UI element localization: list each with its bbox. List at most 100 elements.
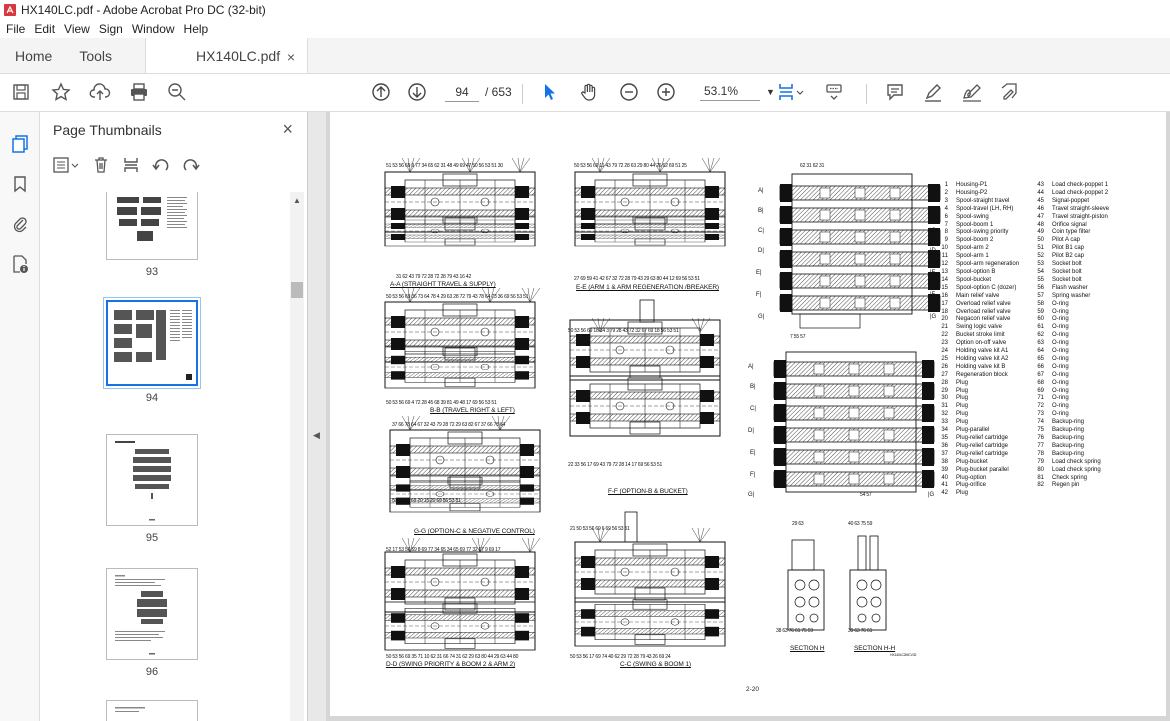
legend-text: Spool-option B [956, 268, 996, 275]
delete-page-icon[interactable] [92, 156, 110, 179]
legend-row: 40 Plug-option [934, 475, 1019, 483]
close-tab-icon[interactable]: × [287, 49, 295, 65]
page-number-input[interactable]: 94 [445, 82, 479, 102]
panel-splitter[interactable]: ◀ [308, 112, 326, 721]
callout-numbers: 50 53 56 69 36 73 64 78 4 29 63 28 72 79… [386, 294, 529, 300]
legend-number: 9 [944, 237, 948, 244]
select-cursor-icon[interactable] [540, 80, 560, 104]
legend-row: 21 Swing logic valve [934, 324, 1019, 332]
scrollbar-thumb[interactable] [291, 282, 303, 298]
collapse-panel-icon[interactable]: ◀ [313, 430, 320, 441]
tab-tools[interactable]: Tools [67, 38, 127, 73]
thumbnail-image [114, 310, 192, 380]
bookmark-star-icon[interactable] [50, 80, 72, 104]
callout-numbers: 50 53 56 17 69 74 40 62 29 72 28 79 43 2… [570, 654, 671, 660]
section-e-e [574, 171, 726, 247]
legend-text: Spool-arm regeneration [956, 261, 1020, 268]
legend-number: 7 [944, 221, 948, 228]
legend-row: 2 Housing-P2 [934, 190, 1019, 198]
attachments-icon[interactable] [10, 214, 30, 234]
legend-row: 41 Plug-orifice [934, 482, 1019, 490]
comment-icon[interactable] [884, 80, 906, 104]
legend-number: 60 [1037, 316, 1044, 323]
close-panel-icon[interactable]: × [282, 119, 293, 140]
page-fit-icon[interactable] [776, 80, 806, 104]
legend-row: 26 Holding valve kit B [934, 364, 1019, 372]
thumbnail-image [115, 707, 145, 712]
legend-row: 22 Bucket stroke limit [934, 332, 1019, 340]
menu-view[interactable]: View [64, 22, 90, 36]
fill-sign-icon[interactable] [998, 80, 1020, 104]
legend-row: 10 Spool-arm 2 [934, 245, 1019, 253]
scrolling-mode-icon[interactable] [822, 80, 846, 104]
legend-number: 50 [1037, 237, 1044, 244]
rotate-counterclockwise-icon[interactable] [152, 156, 170, 179]
svg-text:F|: F| [756, 292, 762, 298]
highlight-pen-icon[interactable] [922, 80, 944, 104]
legend-number: 3 [944, 197, 948, 204]
legend-text: Spool-straight travel [956, 197, 1010, 204]
zoom-search-icon[interactable] [166, 80, 188, 104]
left-navigation-rail [0, 112, 40, 721]
next-page-icon[interactable] [406, 80, 428, 104]
tab-home[interactable]: Home [0, 38, 67, 73]
page-thumbnail-97[interactable] [106, 700, 198, 721]
menu-help[interactable]: Help [184, 22, 209, 36]
legend-number: 80 [1037, 466, 1044, 473]
legend-text: Plug [956, 403, 969, 410]
page-thumbnails-icon[interactable] [10, 134, 30, 154]
menu-sign[interactable]: Sign [99, 22, 123, 36]
zoom-dropdown[interactable]: 53.1% ▼ [700, 82, 775, 101]
legend-row: 77 Backup-ring [1030, 443, 1109, 451]
insert-page-icon[interactable] [122, 156, 140, 179]
page-thumbnail-94[interactable] [103, 297, 201, 389]
legend-text: Plug-orifice [956, 482, 987, 489]
legend-number: 63 [1037, 340, 1044, 347]
upload-cloud-icon[interactable] [88, 80, 112, 104]
zoom-out-icon[interactable] [618, 80, 640, 104]
legend-number: 24 [941, 348, 948, 355]
thumbnail-options-icon[interactable] [52, 156, 80, 179]
sign-icon[interactable] [960, 80, 984, 104]
menu-file[interactable]: File [6, 22, 25, 36]
legend-number: 44 [1037, 189, 1044, 196]
thumbnail-image [115, 441, 171, 521]
page-thumbnail-96[interactable] [106, 568, 198, 660]
thumbnail-scrollbar[interactable]: ▲ [290, 192, 304, 721]
legend-text: O-ring [1052, 340, 1069, 347]
legend-row: 61 O-ring [1030, 324, 1109, 332]
section-f-f [569, 299, 721, 437]
legend-text: Plug-bucket parallel [956, 466, 1009, 473]
legend-text: Plug [956, 419, 969, 426]
menu-window[interactable]: Window [132, 22, 175, 36]
print-icon[interactable] [128, 80, 150, 104]
legend-text: Bucket stroke limit [956, 332, 1005, 339]
document-view[interactable]: A| B| C| D| E| F| G| |A |B |C |D |E |F |G A| B| C| D| E|… [326, 112, 1170, 721]
legend-text: Holding valve kit A2 [956, 355, 1009, 362]
page-thumbnail-93[interactable] [106, 192, 198, 260]
legend-text: Pilot A cap [1052, 237, 1081, 244]
callout-numbers: 50 53 56 69 35 71 10 62 31 66 74 31 62 2… [386, 654, 519, 660]
legend-text: O-ring [1052, 308, 1069, 315]
legend-number: 64 [1037, 348, 1044, 355]
legend-text: Spool-option C (dozer) [956, 284, 1017, 291]
document-properties-icon[interactable] [10, 254, 30, 274]
callout-numbers: 31 62 43 79 72 28 72 28 79 43 16 42 [396, 274, 472, 280]
section-c-c [574, 511, 726, 647]
rotate-clockwise-icon[interactable] [182, 156, 200, 179]
bookmarks-icon[interactable] [10, 174, 30, 194]
scroll-up-icon[interactable]: ▲ [293, 196, 301, 205]
callout-numbers: 50 53 56 69 11 43 79 72 28 63 29 80 44 2… [574, 163, 687, 169]
legend-row: 62 O-ring [1030, 332, 1109, 340]
menu-edit[interactable]: Edit [34, 22, 55, 36]
legend-number: 20 [941, 316, 948, 323]
save-icon[interactable] [10, 80, 32, 104]
tab-document[interactable]: HX140LC.pdf × [145, 38, 309, 73]
zoom-in-icon[interactable] [655, 80, 677, 104]
legend-text: Spool-travel (LH, RH) [956, 205, 1014, 212]
hand-tool-icon[interactable] [578, 80, 600, 104]
previous-page-icon[interactable] [370, 80, 392, 104]
page-thumbnail-95[interactable] [106, 434, 198, 526]
legend-number: 77 [1037, 442, 1044, 449]
legend-text: Spool-swing [956, 213, 989, 220]
